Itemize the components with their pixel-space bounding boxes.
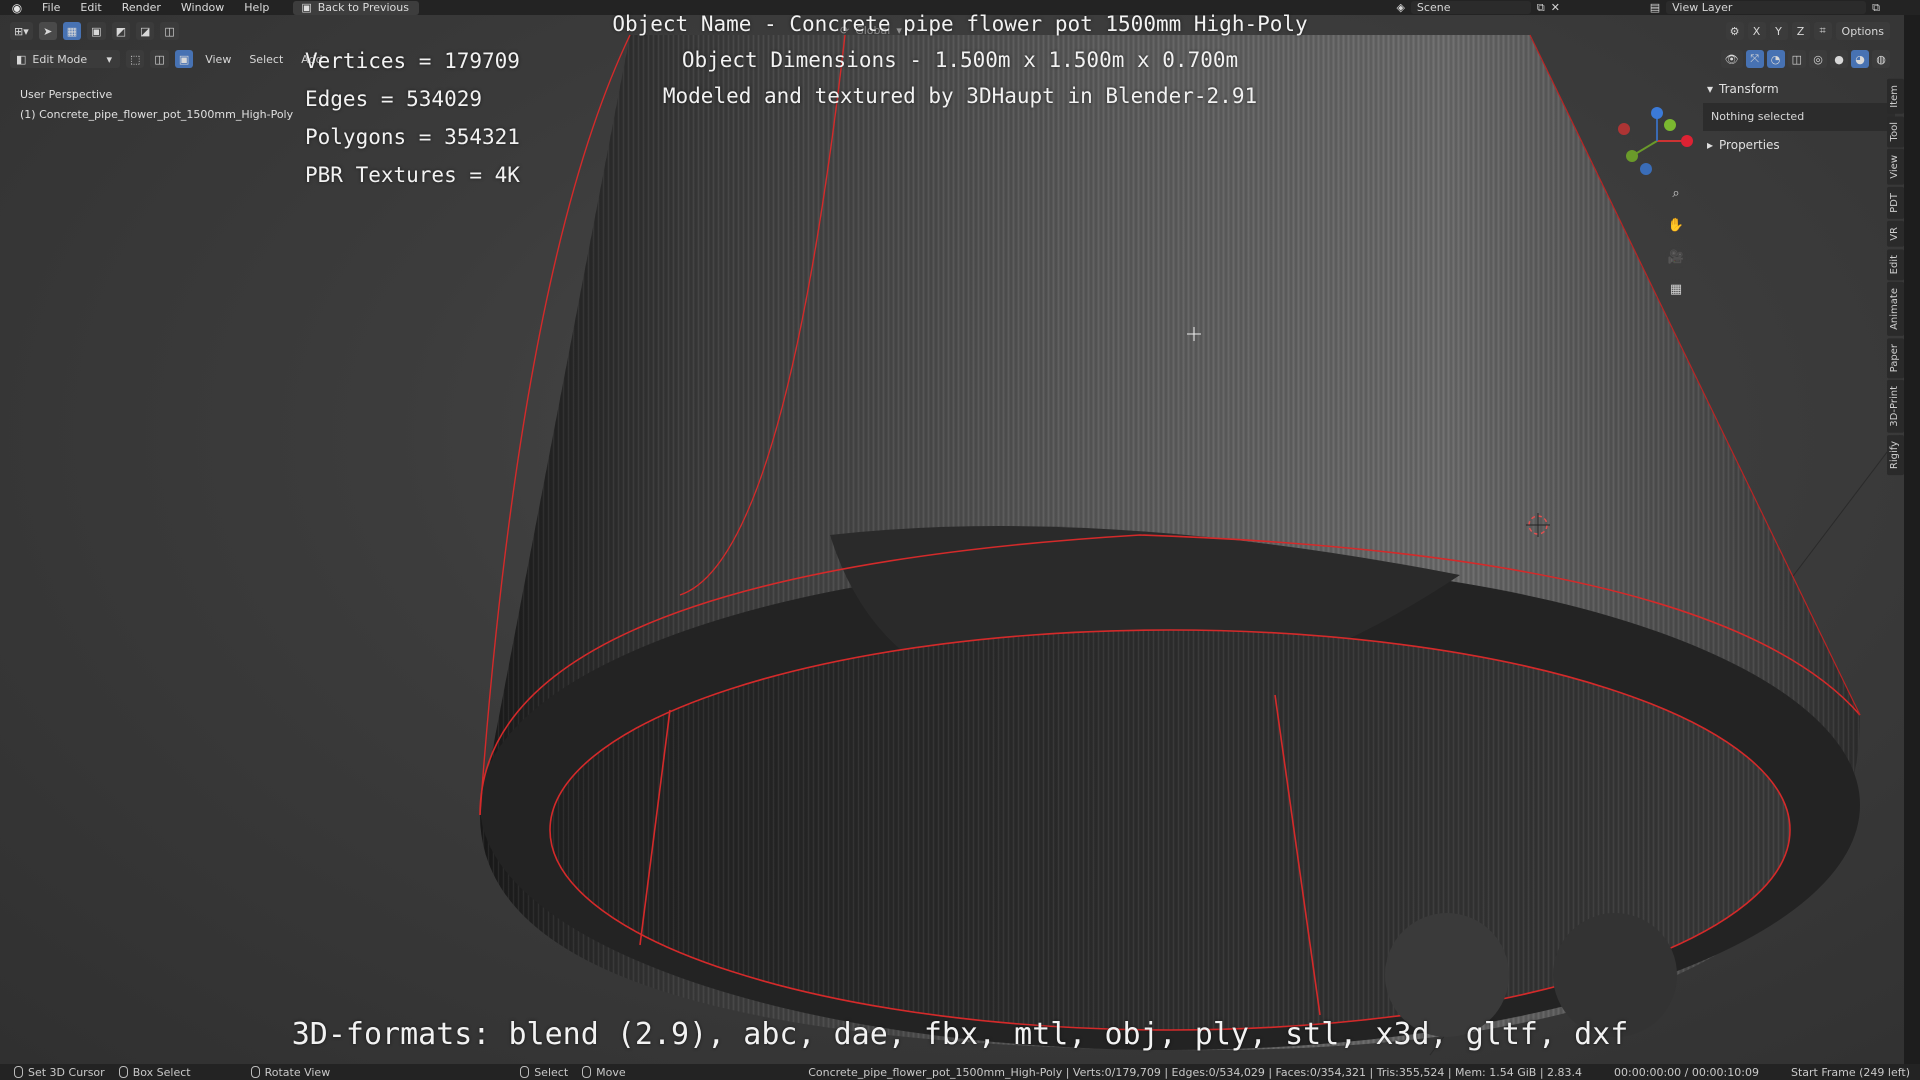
3d-viewport[interactable]: ⊞▾ ➤ ▦ ▣ ◩ ◪ ◫ ◧ Edit Mode ▾ ⬚ ◫ ▣ View …	[0, 15, 1904, 1064]
gizmo-neg-x[interactable]	[1618, 123, 1630, 135]
navigation-tools: ⌕ ✋ 🎥 ▦	[1665, 183, 1687, 301]
gizmo-neg-y[interactable]	[1626, 150, 1638, 162]
mouse-drag-icon	[118, 1066, 128, 1078]
polygons-count: Polygons = 354321	[305, 125, 520, 149]
scene-statistics: Concrete_pipe_flower_pot_1500mm_High-Pol…	[808, 1065, 1583, 1079]
gizmo-neg-z[interactable]	[1640, 163, 1652, 175]
tab-rigify[interactable]: Rigify	[1887, 434, 1904, 475]
timecode: 00:00:00:00 / 00:00:10:09	[1614, 1065, 1759, 1079]
status-label: Set 3D Cursor	[28, 1065, 105, 1079]
status-bar: Set 3D Cursor Box Select Rotate View Sel…	[0, 1064, 1920, 1080]
status-set-3d-cursor: Set 3D Cursor	[14, 1066, 105, 1079]
status-label: Move	[596, 1065, 626, 1079]
properties-panel-header[interactable]: ▸ Properties	[1699, 135, 1899, 155]
gizmo-x-axis[interactable]	[1681, 135, 1693, 147]
tab-animate[interactable]: Animate	[1887, 281, 1904, 336]
status-label: Select	[534, 1065, 569, 1079]
status-label: Box Select	[132, 1065, 191, 1079]
tab-vr[interactable]: VR	[1887, 220, 1904, 247]
object-info-overlay: Object Name - Concrete pipe flower pot 1…	[0, 6, 1920, 114]
formats-overlay: 3D-formats: blend (2.9), abc, dae, fbx, …	[291, 1017, 1629, 1052]
tab-edit[interactable]: Edit	[1887, 248, 1904, 280]
tab-3d-print[interactable]: 3D-Print	[1887, 380, 1904, 433]
pbr-textures: PBR Textures = 4K	[305, 163, 520, 187]
tab-paper[interactable]: Paper	[1887, 337, 1904, 379]
tab-pdt[interactable]: PDT	[1887, 186, 1904, 219]
status-label: Rotate View	[264, 1065, 331, 1079]
status-rotate-view: Rotate View	[250, 1065, 331, 1079]
status-box-select: Box Select	[118, 1065, 191, 1079]
modeled-by: Modeled and textured by 3DHaupt in Blend…	[662, 84, 1258, 108]
tab-tool[interactable]: Tool	[1887, 115, 1904, 148]
frame-info: Start Frame (249 left)	[1790, 1065, 1910, 1079]
status-right: Concrete_pipe_flower_pot_1500mm_High-Pol…	[808, 1066, 1910, 1079]
mouse-drag-icon	[582, 1066, 592, 1078]
zoom-icon[interactable]: ⌕	[1665, 183, 1687, 205]
camera-view-icon[interactable]: 🎥	[1665, 247, 1687, 269]
mouse-middle-icon	[250, 1066, 260, 1078]
pan-hand-icon[interactable]: ✋	[1665, 215, 1687, 237]
mouse-right-icon	[520, 1066, 530, 1078]
object-name: Object Name - Concrete pipe flower pot 1…	[612, 12, 1308, 36]
chevron-right-icon: ▸	[1707, 138, 1714, 152]
tab-view[interactable]: View	[1887, 149, 1904, 185]
status-move: Move	[582, 1066, 626, 1079]
properties-label: Properties	[1719, 138, 1780, 152]
ortho-toggle-icon[interactable]: ▦	[1665, 279, 1687, 301]
object-dimensions: Object Dimensions - 1.500m x 1.500m x 0.…	[681, 48, 1239, 72]
gizmo-y-axis[interactable]	[1664, 119, 1676, 131]
mouse-left-icon	[14, 1066, 23, 1078]
status-select: Select	[520, 1066, 568, 1079]
sidebar-tabs: Item Tool View PDT VR Edit Animate Paper…	[1887, 79, 1904, 475]
